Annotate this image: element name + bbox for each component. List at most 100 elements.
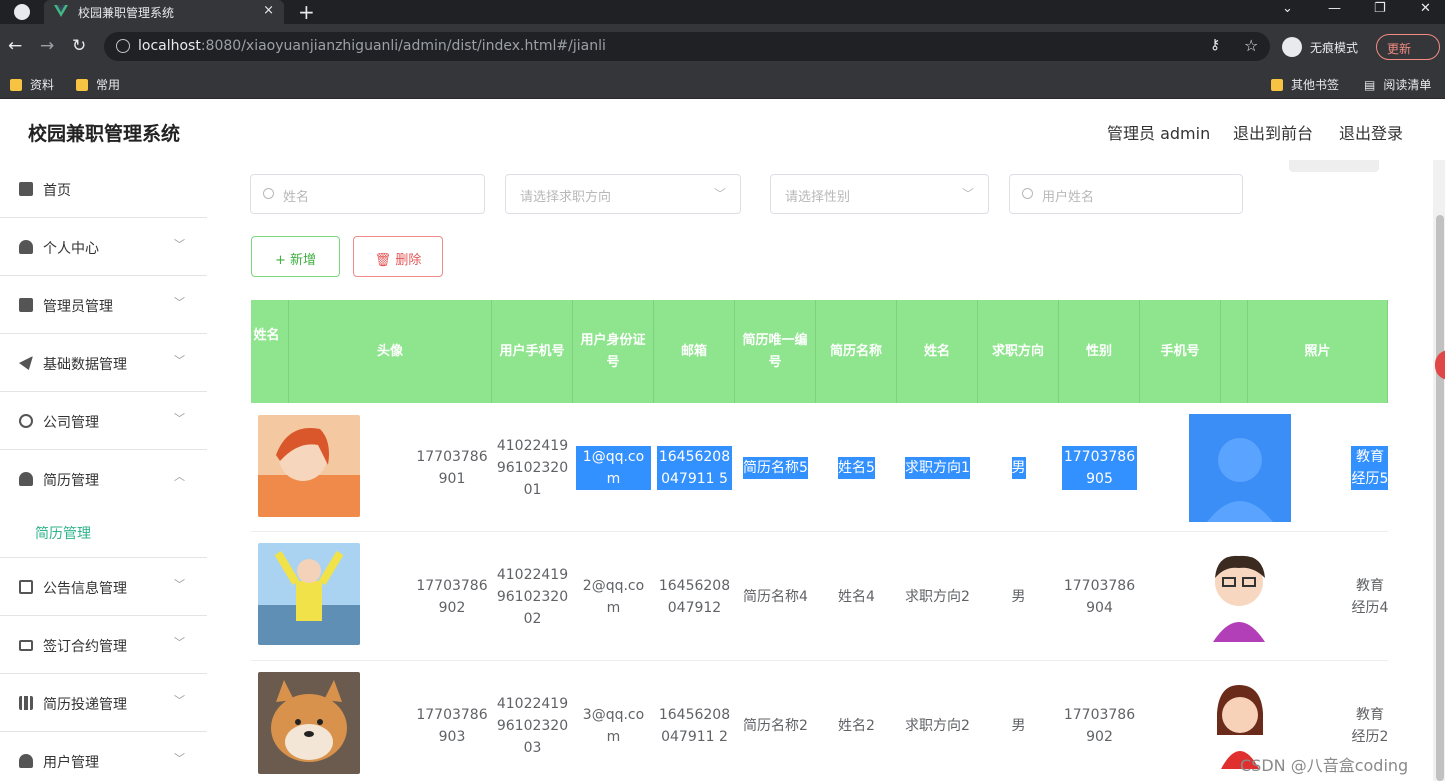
admin-label: 管理员 admin [1107,124,1211,143]
table-row[interactable]: 17703786903 410224199610232003 3@qq.com … [251,661,1388,781]
search-icon [1022,188,1033,199]
incognito-label: 无痕模式 [1310,41,1359,55]
th-direction[interactable]: 求职方向 [978,300,1059,403]
update-button[interactable]: 更新 [1376,34,1440,60]
sidebar-item-users[interactable]: 用户管理 ﹀ [0,732,207,781]
sidebar-item-delivery[interactable]: 简历投递管理 ﹀ [0,674,207,732]
key-icon[interactable]: ⚷ [1210,37,1220,53]
cell-direction-text: 求职方向1 [905,456,970,479]
chevron-down-icon: ﹀ [174,412,185,425]
th-email[interactable]: 邮箱 [654,300,735,403]
th-name2[interactable]: 姓名 [897,300,978,403]
photo-image [1189,544,1291,646]
sidebar-item-company[interactable]: 公司管理 ﹀ [0,392,207,450]
placeholder: 姓名 [283,190,310,205]
cell-email: 2@qq.com [582,577,645,616]
name-search-input[interactable]: 姓名 [250,174,485,214]
cell-user-phone: 17703786902 [416,577,488,616]
cell-resume-name: 简历名称2 [743,717,808,734]
back-to-front-link[interactable]: 退出到前台 [1233,120,1313,144]
chevron-down-icon: ﹀ [174,636,185,649]
sidebar-item-resume[interactable]: 简历管理 ︿ [0,450,207,558]
gender-select[interactable]: 请选择性别 ﹀ [770,174,989,214]
sidebar: 首页 个人中心 ﹀ 管理员管理 ﹀ 基础数据管理 ﹀ 公司管理 ﹀ 简历管理 ︿… [0,160,207,781]
copy-icon [19,580,33,594]
table-row[interactable]: 17703786901 410224199610232001 1@qq.com … [251,403,1388,532]
sidebar-item-personal[interactable]: 个人中心 ﹀ [0,218,207,276]
sidebar-item-label: 管理员管理 [43,299,113,315]
sidebar-item-basedata[interactable]: 基础数据管理 ﹀ [0,334,207,392]
bookmark-item[interactable]: 资料 [10,76,54,93]
th-photo[interactable]: 照片 [1248,300,1388,403]
window-close-icon[interactable]: ✕ [1420,1,1431,16]
tab-search-icon[interactable]: ⌄ [1282,1,1293,16]
cell-name-text: 姓名5 [838,456,875,479]
tab-close-icon[interactable]: × [263,3,274,18]
sidebar-item-home[interactable]: 首页 [0,160,207,218]
reading-list[interactable]: ▤ 阅读清单 [1364,76,1431,93]
url-text[interactable]: localhost:8080/xiaoyuanjianzhiguanli/adm… [138,38,606,54]
new-tab-button[interactable]: + [298,0,315,24]
cell-edu: 教育经历5 [1348,403,1388,532]
cell-direction: 求职方向2 [905,588,970,605]
placeholder: 请选择性别 [785,190,851,205]
th-mobile[interactable]: 手机号 [1140,300,1221,403]
bookmark-item-other[interactable]: 其他书签 [1271,76,1339,93]
cell-resume-no: 16456208047911 2 [658,706,731,745]
cell-idcard: 410224199610232001 [496,437,569,498]
minimize-icon[interactable]: — [1328,1,1341,16]
watermark-text: CSDN @八音盒coding [1240,756,1409,775]
logout-link[interactable]: 退出登录 [1339,120,1403,144]
th-name[interactable]: 姓名 [251,300,289,403]
tab-title: 校园兼职管理系统 [78,6,175,20]
avatar-photo [258,415,360,517]
sidebar-item-notice[interactable]: 公告信息管理 ﹀ [0,558,207,616]
resume-table: 姓名 头像 用户手机号 用户身份证号 邮箱 简历唯一编号 简历名称 姓名 求职方… [251,300,1388,781]
cell-gender-text: 男 [1011,456,1026,479]
th-blank[interactable] [1221,300,1248,403]
sidebar-item-label: 简历管理 [43,473,99,489]
username-search-input[interactable]: 用户姓名 [1009,174,1243,214]
site-info-icon[interactable] [116,39,130,53]
cell-gender: 男 [978,403,1059,532]
browser-tab[interactable]: 校园兼职管理系统 × [44,0,284,24]
bookmark-item[interactable]: 常用 [76,76,120,93]
user-icon [19,754,33,768]
chevron-down-icon: ﹀ [174,354,185,367]
chevron-down-icon: ﹀ [961,187,974,201]
th-user-phone[interactable]: 用户手机号 [492,300,573,403]
cell-user-phone: 17703786903 [416,706,488,745]
direction-select[interactable]: 请选择求职方向 ﹀ [505,174,741,214]
cell-mobile: 17703786904 [1063,577,1136,616]
header-tab-ghost [1289,160,1379,172]
th-avatar[interactable]: 头像 [289,300,492,403]
back-icon[interactable]: ← [8,36,22,56]
th-idcard[interactable]: 用户身份证号 [573,300,654,403]
reload-icon[interactable]: ↻ [72,36,86,56]
maximize-icon[interactable]: ❐ [1374,1,1386,16]
cell-email-text: 1@qq.com [576,445,651,490]
cell-name: 姓名4 [838,588,875,605]
search-icon [263,188,274,199]
sidebar-item-admins[interactable]: 管理员管理 ﹀ [0,276,207,334]
th-gender[interactable]: 性别 [1059,300,1140,403]
th-resume-no[interactable]: 简历唯一编号 [735,300,816,403]
chevron-down-icon: ﹀ [174,694,185,707]
forward-icon[interactable]: → [40,36,54,56]
sidebar-item-label: 个人中心 [43,241,99,257]
delete-button[interactable]: 🗑 删除 [353,236,443,277]
th-resume-name[interactable]: 简历名称 [816,300,897,403]
cell-user-phone: 17703786901 [416,448,488,487]
sidebar-subitem-resume[interactable]: 简历管理 [35,523,91,543]
cell-resume-no: 16456208047912 [658,577,731,616]
page-scrollbar-thumb[interactable] [1436,215,1444,781]
cell-email: 3@qq.com [582,706,645,745]
bookmark-star-icon[interactable]: ☆ [1244,36,1258,55]
sidebar-item-contract[interactable]: 签订合约管理 ﹀ [0,616,207,674]
add-button[interactable]: + 新增 [251,236,340,277]
table-header: 姓名 头像 用户手机号 用户身份证号 邮箱 简历唯一编号 简历名称 姓名 求职方… [251,300,1388,403]
sidebar-item-label: 签订合约管理 [43,639,127,655]
table-row[interactable]: 17703786902 410224199610232002 2@qq.com … [251,532,1388,661]
sidebar-item-label: 公司管理 [43,415,99,431]
address-bar[interactable]: localhost:8080/xiaoyuanjianzhiguanli/adm… [104,32,1270,61]
